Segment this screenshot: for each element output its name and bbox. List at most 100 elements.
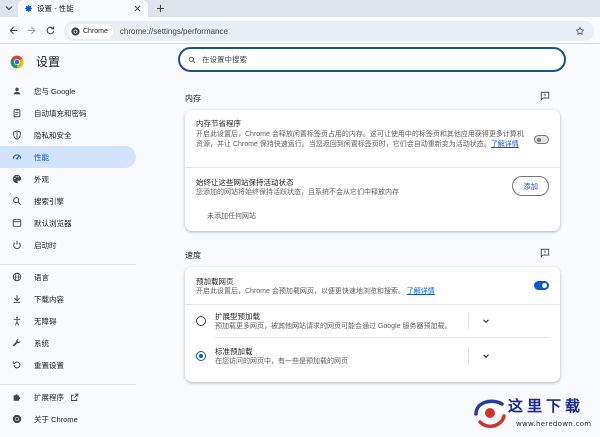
address-bar[interactable]: Chrome chrome://settings/performance bbox=[64, 21, 594, 41]
external-link-icon bbox=[70, 393, 79, 402]
standard-preload-radio[interactable] bbox=[196, 351, 206, 361]
memory-saver-toggle[interactable] bbox=[534, 135, 549, 144]
sidebar-item-label: 系统 bbox=[34, 338, 49, 348]
reset-icon bbox=[12, 360, 22, 370]
sidebar-item-label: 启动时 bbox=[34, 240, 57, 250]
settings-header: 设置 bbox=[10, 53, 60, 70]
extended-preload-title: 扩展型预加载 bbox=[215, 312, 260, 321]
chrome-logo-icon bbox=[71, 26, 80, 36]
sidebar-item-label: 搜索引擎 bbox=[34, 196, 64, 206]
accessibility-icon bbox=[12, 316, 22, 326]
speed-section-title: 速度 bbox=[185, 251, 201, 260]
feedback-icon[interactable] bbox=[539, 247, 551, 259]
puzzle-icon bbox=[12, 392, 22, 402]
sidebar-item-label: 语言 bbox=[34, 272, 49, 282]
watermark: 这里下载 www.heredown.com bbox=[456, 392, 600, 437]
search-input[interactable] bbox=[202, 55, 532, 64]
memory-card: 内存节省程序 开启此设置后，Chrome 会释放闲置标签页占用的内存。这可让使用… bbox=[185, 110, 560, 231]
tab-title: 设置 - 性能 bbox=[37, 4, 74, 13]
sidebar-item-you-and-google[interactable]: 您与 Google bbox=[0, 80, 136, 102]
shield-icon bbox=[12, 130, 22, 140]
bookmark-star-icon[interactable] bbox=[574, 25, 586, 37]
sidebar-item-label: 重置设置 bbox=[34, 360, 64, 370]
preload-title: 预加载网页 bbox=[196, 277, 234, 286]
gear-icon bbox=[24, 4, 33, 13]
sidebar-item-label: 无障碍 bbox=[34, 316, 57, 326]
forward-arrow-icon[interactable] bbox=[25, 24, 38, 37]
sidebar-item-label: 性能 bbox=[34, 152, 49, 162]
chip-label: Chrome bbox=[83, 27, 108, 35]
wrench-icon bbox=[12, 338, 22, 348]
memory-saver-learn-more-link[interactable]: 了解详情 bbox=[491, 141, 519, 148]
sidebar-item-label: 您与 Google bbox=[34, 86, 76, 96]
sidebar-item-accessibility[interactable]: 无障碍 bbox=[0, 310, 136, 332]
add-site-button[interactable]: 添加 bbox=[512, 176, 549, 196]
settings-sidebar: 设置 您与 Google 自动填充和密码 隐私和安全 性能 外观 搜索引擎 默认… bbox=[0, 44, 136, 437]
download-icon bbox=[12, 294, 22, 304]
preload-description: 开启此设置后，Chrome 会预加载网页，以便更快速地浏览和搜索。 了解详情 bbox=[196, 287, 526, 297]
sidebar-item-languages[interactable]: 语言 bbox=[0, 266, 136, 288]
reload-icon[interactable] bbox=[44, 24, 57, 37]
sidebar-item-downloads[interactable]: 下载内容 bbox=[0, 288, 136, 310]
browser-toolbar: Chrome chrome://settings/performance bbox=[0, 17, 600, 44]
chevron-down-icon[interactable] bbox=[481, 351, 491, 361]
memory-saver-desc-text: 开启此设置后，Chrome 会释放闲置标签页占用的内存。这可让使用中的标签页和其… bbox=[196, 131, 524, 148]
extended-preload-radio[interactable] bbox=[196, 316, 206, 326]
sidebar-item-about-chrome[interactable]: 关于 Chrome bbox=[0, 408, 136, 430]
memory-section-title: 内存 bbox=[185, 94, 201, 103]
watermark-url: www.heredown.com bbox=[516, 420, 592, 428]
site-info-chip[interactable]: Chrome bbox=[68, 23, 113, 39]
url-text[interactable]: chrome://settings/performance bbox=[120, 27, 228, 36]
sidebar-item-performance[interactable]: 性能 bbox=[0, 146, 136, 168]
extended-preload-description: 预加载更多网页，被其他网站请求的网页可能会通过 Google 服务器预加载。 bbox=[215, 323, 452, 330]
back-arrow-icon[interactable] bbox=[7, 24, 20, 37]
close-icon[interactable] bbox=[132, 4, 142, 14]
sidebar-item-search-engine[interactable]: 搜索引擎 bbox=[0, 190, 136, 212]
keep-active-title: 始终让这些网站保持活动状态 bbox=[196, 178, 294, 187]
settings-search-box[interactable] bbox=[178, 47, 566, 72]
sidebar-item-label: 自动填充和密码 bbox=[34, 108, 87, 118]
watermark-brand: 这里下载 bbox=[508, 397, 585, 415]
new-tab-icon[interactable] bbox=[154, 2, 166, 14]
tab-strip: 设置 - 性能 bbox=[0, 0, 600, 17]
preload-toggle[interactable] bbox=[534, 281, 549, 290]
search-icon bbox=[12, 196, 22, 206]
standard-preload-title: 标准预加载 bbox=[215, 347, 253, 356]
sidebar-item-system[interactable]: 系统 bbox=[0, 332, 136, 354]
sidebar-item-label: 下载内容 bbox=[34, 294, 64, 304]
sidebar-item-default-browser[interactable]: 默认浏览器 bbox=[0, 212, 136, 234]
sidebar-item-extensions[interactable]: 扩展程序 bbox=[0, 386, 136, 408]
chrome-logo-icon bbox=[12, 414, 22, 424]
card-divider bbox=[215, 337, 550, 338]
sidebar-item-label: 外观 bbox=[34, 174, 49, 184]
palette-icon bbox=[12, 174, 22, 184]
memory-saver-title: 内存节省程序 bbox=[196, 119, 241, 128]
preload-desc-text: 开启此设置后，Chrome 会预加载网页，以便更快速地浏览和搜索。 bbox=[196, 288, 405, 295]
vertical-divider bbox=[468, 313, 469, 329]
memory-saver-description: 开启此设置后，Chrome 会释放闲置标签页占用的内存。这可让使用中的标签页和其… bbox=[196, 130, 526, 150]
sidebar-item-autofill[interactable]: 自动填充和密码 bbox=[0, 102, 136, 124]
tab-search-dropdown-icon[interactable] bbox=[3, 2, 15, 14]
toggle-knob bbox=[536, 137, 541, 142]
clipboard-icon bbox=[12, 108, 22, 118]
sidebar-item-reset[interactable]: 重置设置 bbox=[0, 354, 136, 376]
browser-icon bbox=[12, 218, 22, 228]
search-icon bbox=[188, 56, 196, 64]
power-icon bbox=[12, 240, 22, 250]
watermark-logo-icon bbox=[472, 396, 508, 430]
person-icon bbox=[12, 86, 22, 96]
page-title: 设置 bbox=[36, 55, 61, 69]
sidebar-item-label: 关于 Chrome bbox=[34, 414, 78, 424]
speed-card: 预加载网页 开启此设置后，Chrome 会预加载网页，以便更快速地浏览和搜索。 … bbox=[185, 267, 560, 382]
sidebar-item-privacy[interactable]: 隐私和安全 bbox=[0, 124, 136, 146]
settings-tab[interactable]: 设置 - 性能 bbox=[18, 0, 148, 17]
feedback-icon[interactable] bbox=[539, 90, 551, 102]
sidebar-item-label: 默认浏览器 bbox=[34, 218, 72, 228]
speedometer-icon bbox=[12, 152, 22, 162]
preload-learn-more-link[interactable]: 了解详情 bbox=[407, 288, 435, 295]
sidebar-item-appearance[interactable]: 外观 bbox=[0, 168, 136, 190]
chevron-down-icon[interactable] bbox=[481, 316, 491, 326]
sidebar-item-on-startup[interactable]: 启动时 bbox=[0, 234, 136, 256]
standard-preload-description: 在您访问的网页中，有一些是预加载的网页 bbox=[215, 358, 348, 365]
sidebar-item-label: 隐私和安全 bbox=[34, 130, 72, 140]
